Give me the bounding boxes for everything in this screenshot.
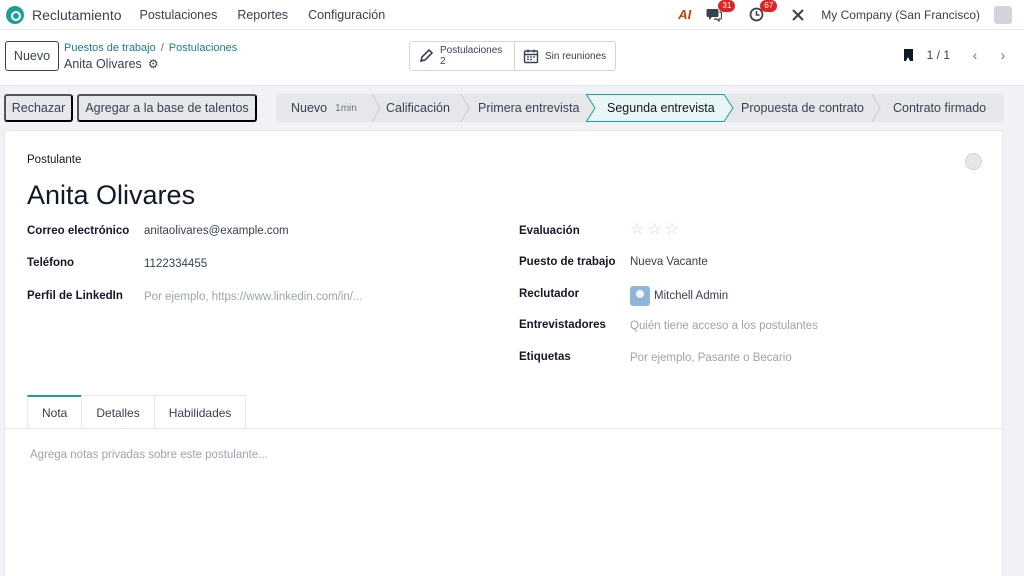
stage-propuesta-contrato[interactable]: Propuesta de contrato: [741, 94, 864, 122]
gear-icon[interactable]: ⚙: [148, 57, 159, 71]
applicant-name[interactable]: Anita Olivares: [27, 180, 195, 211]
wrench-screwdriver-icon: [792, 8, 804, 21]
interviewers-field[interactable]: Quién tiene acceso a los postulantes: [630, 320, 818, 332]
pencil-icon: [419, 48, 434, 63]
stage-label: Propuesta de contrato: [741, 101, 864, 115]
applications-smart-button[interactable]: Postulaciones 2: [409, 41, 515, 71]
tags-label: Etiquetas: [519, 351, 571, 363]
activities-icon[interactable]: 67: [747, 0, 778, 24]
messages-count-badge: 31: [718, 0, 736, 12]
top-navbar: Reclutamiento Postulaciones Reportes Con…: [0, 0, 1024, 30]
stage-duration: 1min: [335, 102, 357, 114]
user-avatar[interactable]: [994, 5, 1012, 24]
menu-configuracion[interactable]: Configuración: [308, 8, 385, 22]
job-position-label: Puesto de trabajo: [519, 256, 616, 268]
tabs-divider: [5, 428, 1003, 429]
stage-calificacion[interactable]: Calificación: [386, 94, 450, 122]
menu-reportes[interactable]: Reportes: [237, 8, 288, 22]
activities-count-badge: 67: [760, 0, 778, 12]
interviewers-label: Entrevistadores: [519, 319, 606, 331]
bookmark-icon[interactable]: [903, 49, 913, 61]
star-icon[interactable]: ☆: [647, 222, 661, 238]
messages-icon[interactable]: 31: [705, 0, 736, 24]
pager-value[interactable]: 1 / 1: [927, 48, 950, 62]
stage-separator: [371, 94, 381, 122]
control-panel: Nuevo Puestos de trabajo / Postulaciones A…: [0, 30, 1024, 86]
phone-label: Teléfono: [27, 257, 75, 269]
linkedin-field[interactable]: Por ejemplo, https://www.linkedin.com/in…: [144, 291, 363, 303]
job-position-field[interactable]: Nueva Vacante: [630, 256, 708, 268]
menu-postulaciones[interactable]: Postulaciones: [140, 8, 218, 22]
meetings-smart-button[interactable]: Sin reuniones: [514, 41, 616, 71]
breadcrumb-job-positions[interactable]: Puestos de trabajo: [64, 42, 156, 54]
stage-primera-entrevista[interactable]: Primera entrevista: [478, 94, 579, 122]
stage-segunda-entrevista[interactable]: Segunda entrevista: [586, 94, 734, 122]
phone-field[interactable]: 1122334455: [144, 258, 207, 270]
notebook-tabs: Nota Detalles Habilidades: [27, 395, 247, 429]
add-to-talent-pool-button[interactable]: Agregar a la base de talentos: [77, 94, 257, 122]
stage-separator: [871, 94, 881, 122]
email-label: Correo electrónico: [27, 225, 130, 237]
evaluation-label: Evaluación: [519, 225, 580, 237]
breadcrumb: Puestos de trabajo / Postulaciones: [64, 42, 237, 54]
smart-meetings-label: Sin reuniones: [545, 50, 607, 62]
tab-detalles[interactable]: Detalles: [81, 395, 155, 429]
linkedin-label: Perfil de LinkedIn: [27, 290, 123, 302]
breadcrumb-separator: /: [160, 42, 164, 54]
tab-nota[interactable]: Nota: [27, 395, 83, 429]
applicant-section-label: Postulante: [27, 154, 82, 166]
stage-label: Calificación: [386, 101, 450, 115]
form-sheet: Postulante Anita Olivares Correo electró…: [4, 130, 1003, 576]
calendar-icon: [523, 49, 539, 64]
company-switcher[interactable]: My Company (San Francisco): [821, 8, 980, 22]
recruiter-avatar: [630, 286, 650, 306]
ai-icon[interactable]: AI: [678, 7, 691, 22]
tab-habilidades[interactable]: Habilidades: [153, 395, 247, 429]
pager: 1 / 1 ‹ ›: [903, 44, 1014, 66]
pager-previous-icon[interactable]: ‹: [964, 44, 986, 66]
star-icon[interactable]: ☆: [630, 222, 644, 238]
tools-icon[interactable]: [789, 6, 807, 24]
evaluation-stars[interactable]: ☆ ☆ ☆: [630, 222, 679, 238]
recruiter-label: Reclutador: [519, 288, 580, 300]
record-title: Anita Olivares ⚙: [64, 57, 159, 71]
recruitment-app-icon[interactable]: [6, 5, 24, 24]
note-input[interactable]: Agrega notas privadas sobre este postula…: [30, 449, 268, 461]
recruiter-name: Mitchell Admin: [654, 290, 729, 303]
stage-contrato-firmado[interactable]: Contrato firmado: [893, 94, 986, 122]
tags-field[interactable]: Por ejemplo, Pasante o Becario: [630, 352, 792, 364]
kanban-state-icon[interactable]: [965, 153, 982, 170]
stage-label-active: Segunda entrevista: [607, 101, 715, 115]
pager-next-icon[interactable]: ›: [992, 44, 1014, 66]
email-field[interactable]: anitaolivares@example.com: [144, 225, 289, 237]
stage-label: Contrato firmado: [893, 101, 987, 115]
smart-applications-label: Postulaciones: [440, 45, 503, 56]
breadcrumb-applications[interactable]: Postulaciones: [169, 42, 238, 54]
reject-button[interactable]: Rechazar: [4, 94, 73, 122]
stage-label: Primera entrevista: [478, 101, 580, 115]
new-button[interactable]: Nuevo: [5, 41, 59, 71]
recruiter-field[interactable]: Mitchell Admin: [630, 286, 728, 306]
smart-applications-value: 2: [440, 56, 446, 67]
star-icon[interactable]: ☆: [665, 222, 679, 238]
stage-separator: [460, 94, 470, 122]
stage-nuevo[interactable]: Nuevo 1min: [291, 94, 357, 122]
stage-label: Nuevo: [291, 101, 328, 115]
record-title-text: Anita Olivares: [64, 57, 142, 71]
app-name[interactable]: Reclutamiento: [32, 7, 122, 23]
